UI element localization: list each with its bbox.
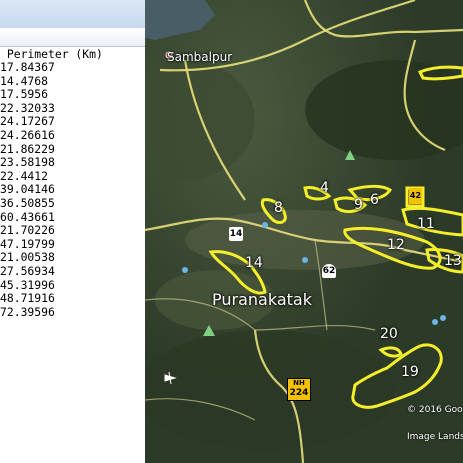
list-item: 24.26616 [0,127,55,142]
list-item: 23.58198 [0,155,55,170]
list-item: 14.4768 [0,73,49,88]
polygon-label: 12 [387,237,405,253]
satellite-map[interactable]: Sambalpur Puranakatak 14 62 42 NH 224 4 … [145,0,463,463]
polygon-label: 14 [245,255,263,271]
list-item: 72.39596 [0,304,55,319]
poi-marker [440,315,446,321]
list-item: 48.71916 [0,291,55,306]
list-item: 60.43661 [0,209,55,224]
list-item: 27.56934 [0,263,55,278]
polygon-label: 13 [444,253,462,269]
list-item: 39.04146 [0,182,55,197]
perimeter-column-header: Perimeter (Km) [0,47,103,61]
list-item: 21.00538 [0,250,55,265]
place-name-puranakatak: Puranakatak [212,290,312,309]
polygon-label: 20 [380,326,398,342]
list-item: 47.19799 [0,236,55,251]
list-item: 21.86229 [0,141,55,156]
terrain-patch [145,330,395,450]
imagery-credit: Image Landsa [407,432,463,442]
list-item: 36.50855 [0,195,55,210]
map-copyright: © 2016 Goog [407,405,463,415]
window-titlebar [0,0,145,29]
poi-marker [262,222,268,228]
list-item: 22.4412 [0,168,49,183]
poi-marker [302,257,308,263]
perimeter-values-list: 17.84367 14.4768 17.5956 22.32033 24.172… [0,60,55,319]
poi-marker [432,319,438,325]
road-shield-62: 62 [322,264,336,278]
polygon-label: 11 [417,216,435,232]
list-item: 21.70226 [0,223,55,238]
road-shield-nh224: NH 224 [287,378,311,401]
place-name-sambalpur: Sambalpur [167,50,233,64]
shield-number: 224 [289,388,309,398]
table-panel: Perimeter (Km) 17.84367 14.4768 17.5956 … [0,0,146,463]
polygon-label: 9 [354,197,363,213]
road-shield-42: 42 [409,188,422,204]
polygon-label: 8 [274,200,283,216]
polygon-label: 4 [320,180,329,196]
polygon-label: 6 [370,192,379,208]
shield-prefix: NH [293,379,305,387]
list-item: 45.31996 [0,277,55,292]
road-shield-14: 14 [229,227,243,241]
list-item: 22.32033 [0,100,55,115]
list-item: 17.84367 [0,60,55,74]
poi-marker [182,267,188,273]
window-toolbar [0,28,145,47]
polygon-label: 19 [401,364,419,380]
list-item: 17.5956 [0,87,49,102]
list-item: 24.17267 [0,114,55,129]
